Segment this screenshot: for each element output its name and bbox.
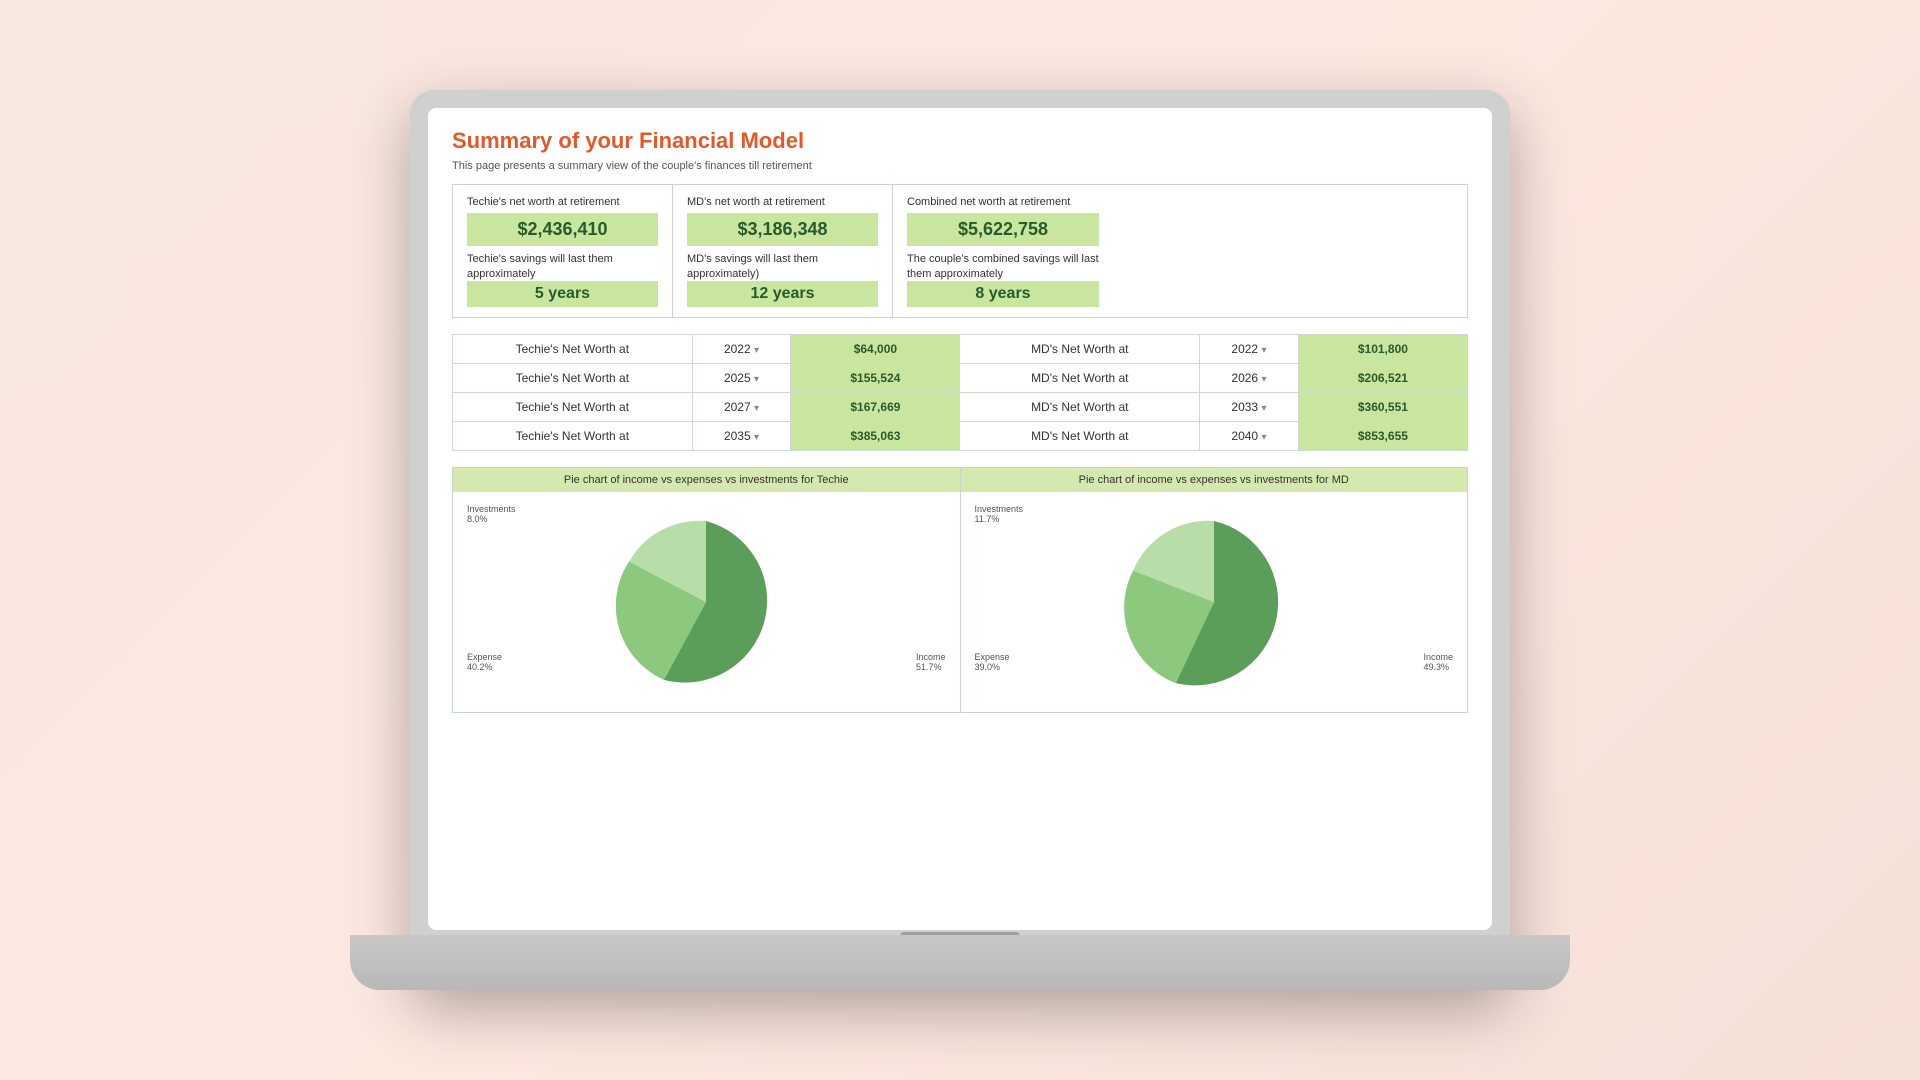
techie-income-label: Income51.7%: [916, 652, 946, 672]
techie-row-value: $155,524: [791, 363, 960, 392]
table-row: Techie's Net Worth at 2027 ▾ $167,669 MD…: [453, 392, 1468, 421]
pie-charts-section: Pie chart of income vs expenses vs inves…: [452, 467, 1468, 713]
combined-summary-cell: Combined net worth at retirement $5,622,…: [893, 185, 1113, 317]
md-pie-header: Pie chart of income vs expenses vs inves…: [961, 468, 1468, 492]
md-savings-label: MD's savings will last them approximatel…: [687, 252, 878, 281]
techie-savings-value: 5 years: [467, 281, 658, 307]
md-row-year[interactable]: 2040 ▾: [1200, 421, 1299, 450]
md-savings-value: 12 years: [687, 281, 878, 307]
md-networth-value: $3,186,348: [687, 213, 878, 246]
page-subtitle: This page presents a summary view of the…: [452, 160, 1468, 172]
md-row-value: $360,551: [1298, 392, 1467, 421]
md-investments-label: Investments11.7%: [975, 504, 1024, 524]
techie-row-year[interactable]: 2022 ▾: [692, 334, 791, 363]
md-row-year[interactable]: 2022 ▾: [1200, 334, 1299, 363]
laptop-frame: Summary of your Financial Model This pag…: [410, 90, 1510, 990]
techie-investments-label: Investments8.0%: [467, 504, 516, 524]
md-row-label: MD's Net Worth at: [960, 334, 1200, 363]
md-row-value: $853,655: [1298, 421, 1467, 450]
laptop-base: [350, 935, 1570, 990]
techie-expense-label: Expense40.2%: [467, 652, 502, 672]
md-summary-cell: MD's net worth at retirement $3,186,348 …: [673, 185, 893, 317]
md-pie-area: Investments11.7% Expense39.0% Income49.3…: [961, 492, 1468, 712]
table-row: Techie's Net Worth at 2022 ▾ $64,000 MD'…: [453, 334, 1468, 363]
techie-row-value: $167,669: [791, 392, 960, 421]
md-row-year[interactable]: 2033 ▾: [1200, 392, 1299, 421]
table-row: Techie's Net Worth at 2025 ▾ $155,524 MD…: [453, 363, 1468, 392]
techie-row-year[interactable]: 2025 ▾: [692, 363, 791, 392]
techie-row-year[interactable]: 2027 ▾: [692, 392, 791, 421]
techie-row-value: $385,063: [791, 421, 960, 450]
laptop-screen: Summary of your Financial Model This pag…: [428, 108, 1492, 930]
table-row: Techie's Net Worth at 2035 ▾ $385,063 MD…: [453, 421, 1468, 450]
md-pie-container: Pie chart of income vs expenses vs inves…: [961, 468, 1468, 712]
techie-summary-cell: Techie's net worth at retirement $2,436,…: [453, 185, 673, 317]
techie-savings-label: Techie's savings will last them approxim…: [467, 252, 658, 281]
md-row-year[interactable]: 2026 ▾: [1200, 363, 1299, 392]
md-row-value: $206,521: [1298, 363, 1467, 392]
page-title: Summary of your Financial Model: [452, 128, 1468, 154]
combined-networth-label: Combined net worth at retirement: [907, 195, 1099, 209]
net-worth-table: Techie's Net Worth at 2022 ▾ $64,000 MD'…: [452, 334, 1468, 451]
techie-pie-header: Pie chart of income vs expenses vs inves…: [453, 468, 960, 492]
techie-row-label: Techie's Net Worth at: [453, 363, 693, 392]
md-row-label: MD's Net Worth at: [960, 363, 1200, 392]
md-income-label: Income49.3%: [1423, 652, 1453, 672]
page-content: Summary of your Financial Model This pag…: [428, 108, 1492, 930]
techie-row-label: Techie's Net Worth at: [453, 421, 693, 450]
md-row-label: MD's Net Worth at: [960, 392, 1200, 421]
techie-row-label: Techie's Net Worth at: [453, 334, 693, 363]
techie-row-label: Techie's Net Worth at: [453, 392, 693, 421]
md-expense-label: Expense39.0%: [975, 652, 1010, 672]
md-row-label: MD's Net Worth at: [960, 421, 1200, 450]
md-pie-chart: [1124, 512, 1304, 692]
techie-row-value: $64,000: [791, 334, 960, 363]
techie-pie-chart: [616, 512, 796, 692]
techie-networth-value: $2,436,410: [467, 213, 658, 246]
combined-savings-label: The couple's combined savings will last …: [907, 252, 1099, 281]
techie-pie-container: Pie chart of income vs expenses vs inves…: [453, 468, 961, 712]
techie-pie-area: Investments8.0% Expense40.2% Income51.7%: [453, 492, 960, 712]
combined-networth-value: $5,622,758: [907, 213, 1099, 246]
techie-row-year[interactable]: 2035 ▾: [692, 421, 791, 450]
combined-savings-value: 8 years: [907, 281, 1099, 307]
md-networth-label: MD's net worth at retirement: [687, 195, 878, 209]
summary-row: Techie's net worth at retirement $2,436,…: [452, 184, 1468, 318]
md-row-value: $101,800: [1298, 334, 1467, 363]
techie-networth-label: Techie's net worth at retirement: [467, 195, 658, 209]
